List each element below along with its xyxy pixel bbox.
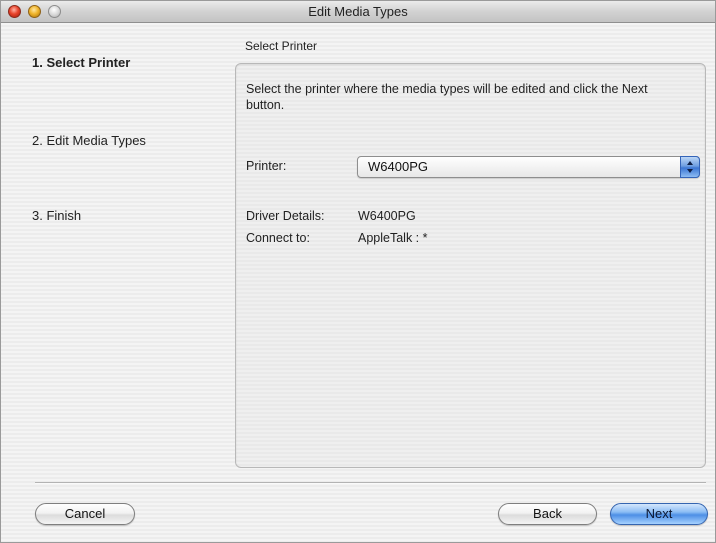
step-finish: 3. Finish	[32, 208, 82, 223]
next-button[interactable]: Next	[610, 503, 708, 525]
connect-to-label: Connect to:	[246, 231, 310, 245]
printer-select[interactable]: W6400PG	[357, 156, 700, 178]
arrows-glyph	[687, 161, 693, 173]
printer-select-value: W6400PG	[368, 159, 428, 174]
connect-to-value: AppleTalk : *	[358, 231, 428, 245]
cancel-button[interactable]: Cancel	[35, 503, 135, 525]
step-edit-media-types: 2. Edit Media Types	[32, 133, 146, 148]
back-button[interactable]: Back	[498, 503, 597, 525]
driver-details-label: Driver Details:	[246, 209, 325, 223]
window-title: Edit Media Types	[308, 4, 408, 19]
close-window-button[interactable]	[8, 5, 21, 18]
instructions-text: Select the printer where the media types…	[246, 82, 648, 112]
zoom-window-button[interactable]	[48, 5, 61, 18]
title-bar[interactable]: Edit Media Types	[1, 1, 715, 23]
footer-divider	[35, 482, 706, 484]
edit-media-types-window: Edit Media Types 1. Select Printer 2. Ed…	[0, 0, 716, 543]
minimize-window-button[interactable]	[28, 5, 41, 18]
printer-label: Printer:	[246, 159, 287, 173]
step-select-printer: 1. Select Printer	[32, 55, 131, 70]
section-heading: Select Printer	[245, 39, 318, 53]
driver-details-value: W6400PG	[358, 209, 416, 223]
content-panel: Select the printer where the media types…	[235, 63, 706, 468]
up-down-arrows-icon	[680, 156, 700, 178]
